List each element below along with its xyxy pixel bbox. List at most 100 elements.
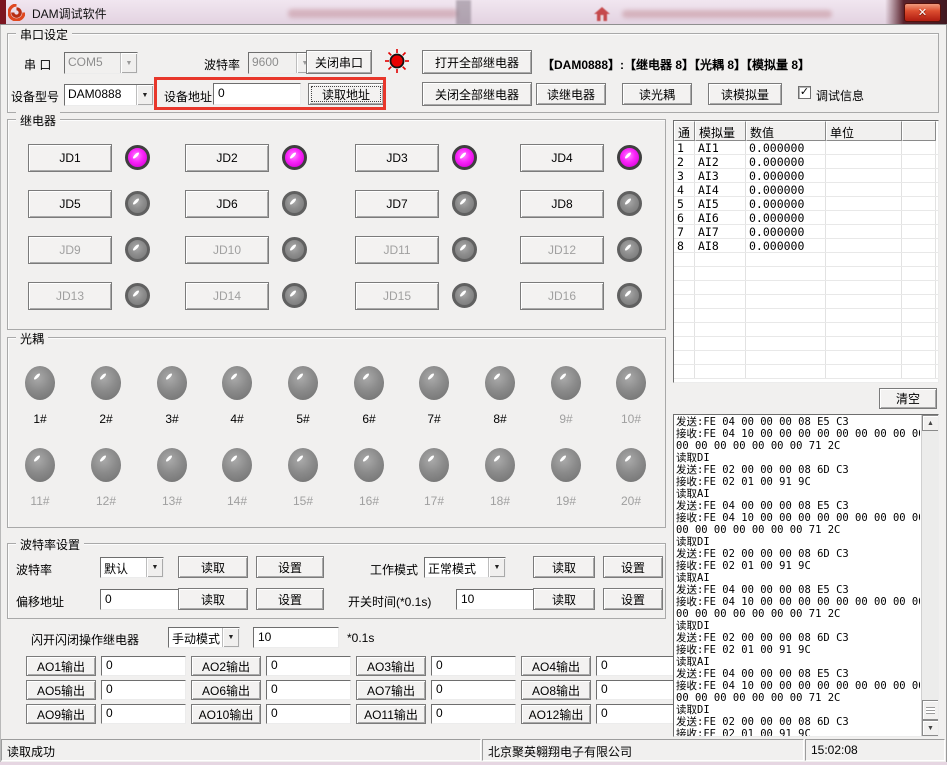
- table-row[interactable]: 3AI30.000000: [674, 169, 938, 183]
- table-cell: [902, 309, 936, 322]
- opto-label-8: 8#: [480, 412, 520, 426]
- ao-output-input-6[interactable]: 0: [266, 680, 351, 700]
- relay-button-jd5[interactable]: JD5: [28, 190, 112, 218]
- table-row[interactable]: 8AI80.000000: [674, 239, 938, 253]
- ao-output-input-9[interactable]: 0: [101, 704, 186, 724]
- read-relays-button[interactable]: 读继电器: [536, 83, 606, 105]
- close-button[interactable]: ✕: [904, 3, 941, 22]
- background-edge-left: [0, 0, 6, 25]
- ao-output-button-2[interactable]: AO2输出: [191, 656, 261, 676]
- work-mode-set-button[interactable]: 设置: [603, 556, 663, 578]
- column-header[interactable]: 通: [674, 121, 695, 141]
- offset-address-input[interactable]: 0: [100, 589, 186, 610]
- ao-output-button-8[interactable]: AO8输出: [521, 680, 591, 700]
- scroll-up-icon[interactable]: ▲: [922, 415, 939, 431]
- app-window: DAM调试软件 ✕ 串口设定 串 口 COM5 ▼ 波特率 9600 ▼ 关闭串…: [0, 0, 947, 765]
- relay-button-jd10: JD10: [185, 236, 269, 264]
- baudrate-read-button[interactable]: 读取: [178, 556, 248, 578]
- baudrate-set-button[interactable]: 设置: [256, 556, 324, 578]
- table-row[interactable]: 1AI10.000000: [674, 141, 938, 155]
- ao-output-input-10[interactable]: 0: [266, 704, 351, 724]
- table-cell: [826, 211, 902, 224]
- baudrate-set-value: 默认: [101, 558, 146, 577]
- flash-time-input[interactable]: 10: [253, 627, 339, 648]
- table-row[interactable]: 2AI20.000000: [674, 155, 938, 169]
- debug-log-area[interactable]: 发送:FE 04 00 00 00 08 E5 C3 接收:FE 04 10 0…: [673, 414, 939, 737]
- chevron-down-icon: ▼: [146, 558, 163, 577]
- close-serial-button[interactable]: 关闭串口: [306, 50, 372, 74]
- relay-button-jd3[interactable]: JD3: [355, 144, 439, 172]
- device-model-select[interactable]: DAM0888 ▼: [64, 84, 154, 106]
- ao-output-button-3[interactable]: AO3输出: [356, 656, 426, 676]
- read-address-button[interactable]: 读取地址: [308, 83, 384, 105]
- column-header[interactable]: [902, 121, 936, 141]
- relay-button-jd4[interactable]: JD4: [520, 144, 604, 172]
- led-highlight: [132, 244, 140, 252]
- serial-port-select[interactable]: COM5 ▼: [64, 52, 138, 74]
- column-header[interactable]: 单位: [826, 121, 902, 141]
- ao-output-button-10[interactable]: AO10输出: [191, 704, 261, 724]
- switch-time-set-button[interactable]: 设置: [603, 588, 663, 610]
- table-cell: [674, 337, 695, 350]
- ao-output-button-7[interactable]: AO7输出: [356, 680, 426, 700]
- relay-button-jd2[interactable]: JD2: [185, 144, 269, 172]
- device-model-value: DAM0888: [65, 85, 136, 105]
- relay-button-jd8[interactable]: JD8: [520, 190, 604, 218]
- table-row[interactable]: 6AI60.000000: [674, 211, 938, 225]
- table-cell: [902, 337, 936, 350]
- status-company: 北京聚英翱翔电子有限公司: [482, 739, 804, 761]
- ao-output-button-11[interactable]: AO11输出: [356, 704, 426, 724]
- ao-output-button-5[interactable]: AO5输出: [26, 680, 96, 700]
- relay-button-jd6[interactable]: JD6: [185, 190, 269, 218]
- baudrate-select[interactable]: 9600 ▼: [248, 52, 314, 74]
- device-address-input[interactable]: 0: [213, 83, 301, 105]
- relay-group: 继电器 JD1JD2JD3JD4JD5JD6JD7JD8JD9JD10JD11J…: [7, 119, 666, 330]
- offset-set-button[interactable]: 设置: [256, 588, 324, 610]
- clear-log-button[interactable]: 清空: [879, 388, 937, 409]
- ao-output-input-5[interactable]: 0: [101, 680, 186, 700]
- ao-output-input-1[interactable]: 0: [101, 656, 186, 676]
- scroll-down-icon[interactable]: ▼: [922, 720, 939, 736]
- read-analog-button[interactable]: 读模拟量: [708, 83, 782, 105]
- ao-output-button-9[interactable]: AO9输出: [26, 704, 96, 724]
- ao-output-button-4[interactable]: AO4输出: [521, 656, 591, 676]
- relay-button-jd1[interactable]: JD1: [28, 144, 112, 172]
- ao-output-button-12[interactable]: AO12输出: [521, 704, 591, 724]
- ao-output-button-1[interactable]: AO1输出: [26, 656, 96, 676]
- open-all-relays-button[interactable]: 打开全部继电器: [422, 50, 532, 74]
- ao-output-input-8[interactable]: 0: [596, 680, 681, 700]
- read-opto-button[interactable]: 读光耦: [622, 83, 692, 105]
- log-scrollbar[interactable]: ▲ ▼: [921, 415, 938, 736]
- ao-output-input-12[interactable]: 0: [596, 704, 681, 724]
- table-cell: [826, 323, 902, 336]
- table-row[interactable]: 7AI70.000000: [674, 225, 938, 239]
- column-header[interactable]: 模拟量: [695, 121, 746, 141]
- work-mode-select[interactable]: 正常模式 ▼: [424, 557, 506, 578]
- analog-table-header[interactable]: 通模拟量数值单位: [674, 121, 938, 141]
- table-cell: [826, 141, 902, 154]
- title-bar: DAM调试软件 ✕: [0, 0, 947, 25]
- switch-time-input[interactable]: 10: [456, 589, 534, 610]
- close-all-relays-button[interactable]: 关闭全部继电器: [422, 82, 532, 106]
- ao-output-input-11[interactable]: 0: [431, 704, 516, 724]
- flash-mode-select[interactable]: 手动模式 ▼: [168, 627, 240, 648]
- led-highlight: [132, 290, 140, 298]
- offset-read-button[interactable]: 读取: [178, 588, 248, 610]
- table-row[interactable]: 4AI40.000000: [674, 183, 938, 197]
- led-highlight: [459, 290, 467, 298]
- switch-time-read-button[interactable]: 读取: [533, 588, 595, 610]
- ao-output-input-2[interactable]: 0: [266, 656, 351, 676]
- scrollbar-thumb[interactable]: [922, 700, 939, 720]
- debug-info-checkbox[interactable]: ✓: [798, 86, 811, 99]
- ao-output-input-7[interactable]: 0: [431, 680, 516, 700]
- ao-output-input-3[interactable]: 0: [431, 656, 516, 676]
- ao-output-input-4[interactable]: 0: [596, 656, 681, 676]
- chevron-down-icon: ▼: [488, 558, 505, 577]
- relay-button-jd7[interactable]: JD7: [355, 190, 439, 218]
- opto-label-13: 13#: [152, 494, 192, 508]
- work-mode-read-button[interactable]: 读取: [533, 556, 595, 578]
- table-row[interactable]: 5AI50.000000: [674, 197, 938, 211]
- baudrate-set-select[interactable]: 默认 ▼: [100, 557, 164, 578]
- ao-output-button-6[interactable]: AO6输出: [191, 680, 261, 700]
- column-header[interactable]: 数值: [746, 121, 826, 141]
